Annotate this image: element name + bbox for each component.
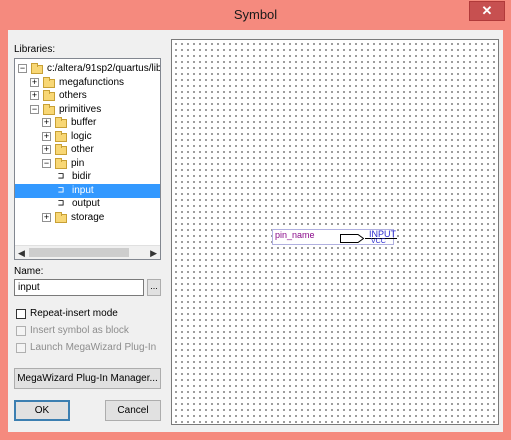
tree-item-label: primitives bbox=[59, 103, 102, 115]
tree-item-label: storage bbox=[71, 211, 105, 223]
tree-item-other[interactable]: + other bbox=[15, 143, 160, 157]
name-label: Name: bbox=[14, 266, 44, 277]
tree-item-others[interactable]: + others bbox=[15, 89, 160, 103]
libraries-label: Libraries: bbox=[14, 44, 56, 55]
tree-item-label: logic bbox=[71, 130, 92, 142]
cancel-button[interactable]: Cancel bbox=[105, 400, 161, 421]
expand-icon[interactable]: + bbox=[42, 145, 51, 154]
folder-open-icon bbox=[43, 103, 55, 115]
expand-icon[interactable]: + bbox=[42, 212, 51, 222]
tree-item-input[interactable]: ⊐ input bbox=[15, 183, 160, 198]
folder-open-icon bbox=[55, 157, 67, 169]
folder-icon bbox=[55, 211, 67, 223]
window-title: Symbol bbox=[233, 7, 278, 22]
folder-icon bbox=[55, 144, 67, 155]
tree-item-label: pin bbox=[71, 157, 85, 169]
libraries-tree[interactable]: ◀ ▶ − c:/altera/91sp2/quartus/libraries/ +… bbox=[14, 58, 161, 260]
title-bar[interactable]: Symbol ✕ bbox=[0, 0, 511, 30]
tree-item-label: others bbox=[59, 90, 87, 101]
folder-icon bbox=[55, 130, 67, 142]
symbol-dialog: Symbol ✕ Libraries: ◀ ▶ − c:/altera/91sp2… bbox=[0, 0, 511, 440]
dialog-body: Libraries: ◀ ▶ − c:/altera/91sp2/quartus/… bbox=[8, 30, 503, 432]
expand-icon[interactable]: + bbox=[30, 77, 39, 87]
insert-as-block-checkbox bbox=[16, 326, 26, 336]
tree-item-label: buffer bbox=[71, 117, 97, 128]
launch-megawizard-checkbox bbox=[16, 343, 26, 353]
megawizard-button[interactable]: MegaWizard Plug-In Manager... bbox=[14, 368, 161, 389]
expand-icon[interactable]: + bbox=[42, 118, 51, 127]
insert-as-block-label: Insert symbol as block bbox=[30, 325, 129, 336]
tree-horizontal-scrollbar[interactable]: ◀ ▶ bbox=[15, 245, 160, 259]
launch-megawizard-label: Launch MegaWizard Plug-In bbox=[30, 342, 157, 353]
ok-button[interactable]: OK bbox=[14, 400, 70, 421]
tree-item-primitives[interactable]: − primitives bbox=[15, 103, 160, 117]
close-button[interactable]: ✕ bbox=[469, 1, 505, 21]
collapse-icon[interactable]: − bbox=[18, 64, 27, 73]
tree-item-c-altera-91sp2-quartus-libraries[interactable]: − c:/altera/91sp2/quartus/libraries/ bbox=[15, 62, 160, 76]
tree-item-label: megafunctions bbox=[59, 76, 125, 88]
folder-open-icon bbox=[31, 63, 43, 74]
pin-icon: ⊐ bbox=[58, 198, 65, 209]
scrollbar-thumb[interactable] bbox=[29, 248, 129, 257]
tree-item-megafunctions[interactable]: + megafunctions bbox=[15, 76, 160, 90]
symbol-preview-canvas: pin_name INPUT VCC bbox=[171, 39, 499, 425]
pin-icon: ⊐ bbox=[58, 171, 65, 182]
pin-arrow-icon bbox=[340, 234, 364, 243]
folder-icon bbox=[43, 76, 55, 88]
repeat-insert-checkbox[interactable] bbox=[16, 309, 26, 319]
tree-item-storage[interactable]: + storage bbox=[15, 211, 160, 225]
tree-item-label: other bbox=[71, 144, 94, 155]
scroll-right-icon[interactable]: ▶ bbox=[150, 248, 157, 259]
collapse-icon[interactable]: − bbox=[30, 104, 39, 114]
expand-icon[interactable]: + bbox=[30, 91, 39, 100]
pin-name-text: pin_name bbox=[275, 230, 315, 240]
tree-item-bidir[interactable]: ⊐ bidir bbox=[15, 170, 160, 184]
repeat-insert-label[interactable]: Repeat-insert mode bbox=[30, 308, 118, 319]
tree-item-label: c:/altera/91sp2/quartus/libraries/ bbox=[47, 63, 161, 74]
tree-item-output[interactable]: ⊐ output bbox=[15, 197, 160, 211]
scroll-left-icon[interactable]: ◀ bbox=[18, 248, 25, 259]
pin-default-text: VCC bbox=[371, 238, 386, 245]
tree-item-label: input bbox=[72, 183, 94, 198]
browse-button[interactable]: ... bbox=[147, 279, 161, 296]
collapse-icon[interactable]: − bbox=[42, 158, 51, 168]
expand-icon[interactable]: + bbox=[42, 131, 51, 141]
tree-item-pin[interactable]: − pin bbox=[15, 157, 160, 171]
folder-icon bbox=[55, 117, 67, 128]
tree-item-buffer[interactable]: + buffer bbox=[15, 116, 160, 130]
tree-item-label: bidir bbox=[72, 171, 91, 182]
pin-icon: ⊐ bbox=[58, 184, 65, 196]
name-input[interactable]: input bbox=[14, 279, 144, 296]
tree-item-logic[interactable]: + logic bbox=[15, 130, 160, 144]
tree-item-label: output bbox=[72, 198, 100, 209]
folder-icon bbox=[43, 90, 55, 101]
